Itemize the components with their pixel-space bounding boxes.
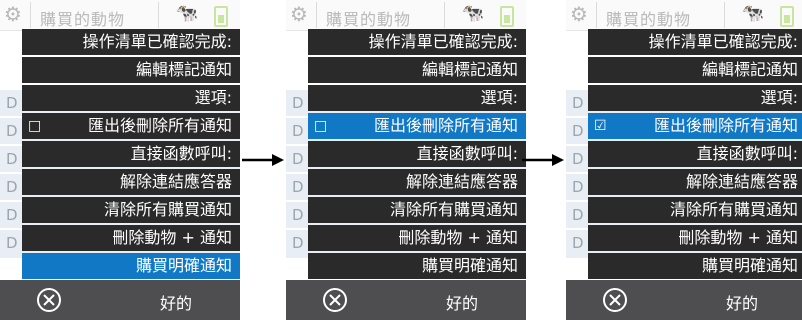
dialog-header: 操作清單已確認完成: [588, 29, 802, 55]
divider [444, 2, 445, 28]
background-title: 購買的動物 [326, 10, 412, 29]
clear-purchase-notices-item[interactable]: 清除所有購買通知 [308, 197, 526, 223]
background-title: 購買的動物 [606, 10, 692, 29]
app-logo-icon: ⚙ [290, 2, 308, 26]
clear-purchase-notices-item[interactable]: 清除所有購買通知 [588, 197, 802, 223]
background-header: ⚙ 購買的動物 🐄 [566, 0, 802, 31]
direct-function-header: 直接函數呼叫: [22, 141, 240, 167]
options-dialog: 操作清單已確認完成: 編輯標記通知 選項: □ 匯出後刪除所有通知 直接函數呼叫… [22, 29, 240, 281]
ok-button[interactable]: 好的 [726, 290, 758, 314]
edit-tag-notice-item[interactable]: 編輯標記通知 [308, 57, 526, 83]
direct-function-header: 直接函數呼叫: [588, 141, 802, 167]
purchase-clear-notice-item[interactable]: 購買明確通知 [22, 253, 240, 279]
app-logo-icon: ⚙ [570, 2, 588, 26]
cancel-circle-x-icon[interactable] [602, 287, 628, 313]
arrow-right-icon [522, 154, 564, 166]
arrow-right-icon [242, 154, 284, 166]
edit-tag-notice-item[interactable]: 編輯標記通知 [588, 57, 802, 83]
direct-function-header: 直接函數呼叫: [308, 141, 526, 167]
unlink-transponder-item[interactable]: 解除連結應答器 [308, 169, 526, 195]
delete-animal-notice-item[interactable]: 刪除動物 + 通知 [22, 225, 240, 251]
app-logo-icon: ⚙ [4, 2, 22, 26]
unlink-transponder-item[interactable]: 解除連結應答器 [588, 169, 802, 195]
checkbox-icon[interactable]: □ [314, 113, 327, 139]
delete-after-export-label: 匯出後刪除所有通知 [653, 116, 798, 135]
options-header: 選項: [588, 85, 802, 111]
background-header: ⚙ 購買的動物 🐄 [0, 0, 240, 31]
divider [724, 2, 725, 28]
divider [316, 2, 317, 28]
unlink-transponder-item[interactable]: 解除連結應答器 [22, 169, 240, 195]
ok-button[interactable]: 好的 [446, 290, 478, 314]
checkbox-checked-icon[interactable]: ☑ [594, 113, 607, 139]
animal-icon: 🐄 [741, 3, 765, 24]
purchase-clear-notice-item[interactable]: 購買明確通知 [588, 253, 802, 279]
animal-icon: 🐄 [461, 3, 485, 24]
edit-tag-notice-item[interactable]: 編輯標記通知 [22, 57, 240, 83]
checkbox-icon[interactable]: □ [28, 113, 41, 139]
delete-after-export-item[interactable]: □ 匯出後刪除所有通知 [22, 113, 240, 139]
battery-icon [780, 6, 794, 27]
clear-purchase-notices-item[interactable]: 清除所有購買通知 [22, 197, 240, 223]
ok-button[interactable]: 好的 [160, 290, 192, 314]
screen-step-2: ⚙ 購買的動物 🐄 D D D D D D 操作清單已確認完成: 編輯標記通知 … [286, 0, 526, 320]
dialog-header: 操作清單已確認完成: [22, 29, 240, 55]
options-header: 選項: [22, 85, 240, 111]
bottom-bar: 好的 [566, 280, 802, 320]
bottom-bar: 好的 [286, 280, 526, 320]
divider [596, 2, 597, 28]
cancel-circle-x-icon[interactable] [322, 287, 348, 313]
bottom-bar: 好的 [0, 280, 240, 320]
screen-step-1: ⚙ 購買的動物 🐄 D D D D D D 操作清單已確認完成: 編輯標記通知 … [0, 0, 240, 320]
delete-after-export-item[interactable]: □ 匯出後刪除所有通知 [308, 113, 526, 139]
battery-icon [214, 6, 228, 27]
delete-after-export-item[interactable]: ☑ 匯出後刪除所有通知 [588, 113, 802, 139]
background-header: ⚙ 購買的動物 🐄 [286, 0, 526, 31]
background-title: 購買的動物 [40, 10, 126, 29]
delete-animal-notice-item[interactable]: 刪除動物 + 通知 [308, 225, 526, 251]
animal-icon: 🐄 [175, 3, 199, 24]
delete-animal-notice-item[interactable]: 刪除動物 + 通知 [588, 225, 802, 251]
battery-icon [500, 6, 514, 27]
divider [158, 2, 159, 28]
divider [30, 2, 31, 28]
options-header: 選項: [308, 85, 526, 111]
options-dialog: 操作清單已確認完成: 編輯標記通知 選項: ☑ 匯出後刪除所有通知 直接函數呼叫… [588, 29, 802, 281]
delete-after-export-label: 匯出後刪除所有通知 [373, 116, 518, 135]
options-dialog: 操作清單已確認完成: 編輯標記通知 選項: □ 匯出後刪除所有通知 直接函數呼叫… [308, 29, 526, 281]
cancel-circle-x-icon[interactable] [36, 287, 62, 313]
screen-step-3: ⚙ 購買的動物 🐄 D D D D D D 操作清單已確認完成: 編輯標記通知 … [566, 0, 802, 320]
delete-after-export-label: 匯出後刪除所有通知 [87, 116, 232, 135]
dialog-header: 操作清單已確認完成: [308, 29, 526, 55]
purchase-clear-notice-item[interactable]: 購買明確通知 [308, 253, 526, 279]
